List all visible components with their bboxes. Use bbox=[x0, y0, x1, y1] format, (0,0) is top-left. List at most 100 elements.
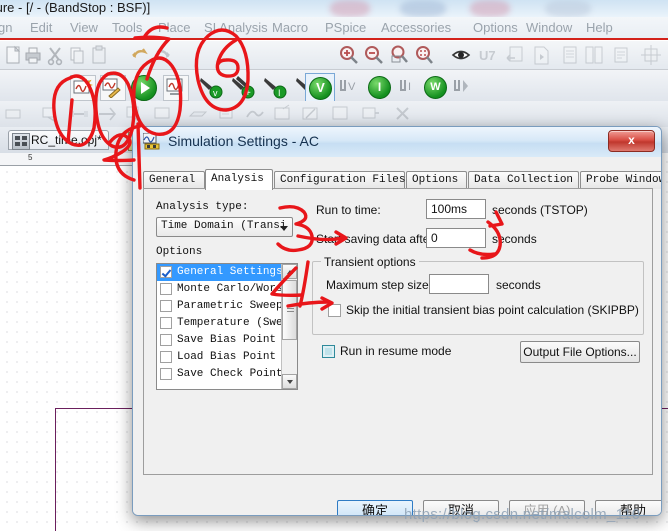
skip-bias-checkbox[interactable] bbox=[328, 304, 341, 317]
output-file-options-button[interactable]: Output File Options... bbox=[520, 341, 640, 363]
window-titlebar: ture - [/ - (BandStop : BSF)] bbox=[0, 0, 668, 17]
new-icon[interactable] bbox=[2, 44, 24, 66]
no-connect-icon[interactable] bbox=[392, 103, 414, 125]
part-icon[interactable] bbox=[2, 103, 24, 125]
off-page-connector-icon[interactable] bbox=[360, 103, 382, 125]
dialog-titlebar: Simulation Settings - AC x bbox=[133, 127, 661, 158]
zoom-out-icon[interactable] bbox=[363, 44, 385, 66]
tab-options[interactable]: Options bbox=[406, 171, 467, 189]
dialog-tabs: General Analysis Configuration Files Opt… bbox=[143, 169, 661, 190]
ground-icon[interactable] bbox=[244, 103, 266, 125]
redo-icon[interactable] bbox=[152, 44, 174, 66]
zoom-area-icon[interactable] bbox=[388, 44, 410, 66]
zoom-in-icon[interactable] bbox=[338, 44, 360, 66]
hierarchical-pin-icon[interactable] bbox=[330, 103, 352, 125]
menu-item-design[interactable]: gn bbox=[0, 20, 12, 35]
menu-item-accessories[interactable]: Accessories bbox=[381, 20, 451, 35]
menu-item-window[interactable]: Window bbox=[526, 20, 572, 35]
menu-item-view[interactable]: View bbox=[70, 20, 98, 35]
tab-configuration-files[interactable]: Configuration Files bbox=[274, 171, 405, 189]
list-item[interactable]: Monte Carlo/Worst bbox=[157, 281, 297, 298]
document-tab-rc-time[interactable]: RC_time.opj* bbox=[8, 130, 109, 150]
zoom-fit-icon[interactable] bbox=[413, 44, 435, 66]
close-icon[interactable]: x bbox=[608, 130, 655, 152]
tab-analysis[interactable]: Analysis bbox=[205, 169, 273, 190]
cut-icon[interactable] bbox=[44, 44, 66, 66]
options-listbox[interactable]: General Settings Monte Carlo/Worst Param… bbox=[156, 263, 298, 390]
list-item[interactable]: Load Bias Point bbox=[157, 349, 297, 366]
options-scrollbar[interactable] bbox=[281, 264, 297, 389]
junction-icon[interactable] bbox=[96, 103, 118, 125]
menu-item-place[interactable]: Place bbox=[158, 20, 191, 35]
hierarchical-block-icon[interactable] bbox=[272, 103, 294, 125]
tab-data-collection[interactable]: Data Collection bbox=[468, 171, 579, 189]
resume-mode-checkbox[interactable] bbox=[322, 345, 335, 358]
current-level-icon[interactable]: I bbox=[366, 74, 392, 100]
checkbox-icon[interactable] bbox=[160, 300, 172, 312]
list-item[interactable]: Parametric Sweep bbox=[157, 298, 297, 315]
list-item-label: Parametric Sweep bbox=[177, 300, 283, 312]
menu-item-help[interactable]: Help bbox=[586, 20, 613, 35]
menu-item-tools[interactable]: Tools bbox=[112, 20, 142, 35]
start-saving-input[interactable]: 0 bbox=[426, 228, 486, 248]
svg-text:I: I bbox=[278, 88, 281, 98]
edit-simulation-profile-icon[interactable] bbox=[100, 75, 126, 101]
voltage-differential-marker-icon[interactable]: + bbox=[230, 74, 256, 100]
scroll-down-button[interactable] bbox=[282, 374, 297, 389]
voltage-db-icon[interactable]: I bbox=[398, 75, 422, 99]
delete-markers-icon[interactable] bbox=[452, 75, 476, 99]
svg-text:I: I bbox=[408, 81, 411, 93]
menu-item-options[interactable]: Options bbox=[473, 20, 518, 35]
svg-text:v: v bbox=[213, 88, 218, 98]
crosshair-icon[interactable] bbox=[640, 44, 662, 66]
checkbox-icon[interactable] bbox=[160, 351, 172, 363]
report-icon[interactable] bbox=[610, 44, 632, 66]
menu-item-edit[interactable]: Edit bbox=[30, 20, 52, 35]
list-item[interactable]: General Settings bbox=[157, 264, 297, 281]
ok-button[interactable]: 确定 bbox=[337, 500, 413, 515]
tab-probe-window[interactable]: Probe Window bbox=[580, 171, 661, 189]
drc-icon[interactable] bbox=[583, 44, 605, 66]
current-marker-icon[interactable]: I bbox=[262, 74, 288, 100]
checkbox-icon[interactable] bbox=[160, 283, 172, 295]
menu-item-pspice[interactable]: PSpice bbox=[325, 20, 366, 35]
power-icon[interactable] bbox=[216, 103, 238, 125]
max-step-input[interactable] bbox=[429, 274, 489, 294]
undo-icon[interactable] bbox=[128, 44, 150, 66]
bus-entry-icon[interactable] bbox=[124, 103, 146, 125]
voltage-level-icon[interactable]: V bbox=[338, 75, 362, 99]
net-alias-icon[interactable] bbox=[152, 103, 174, 125]
advanced-marker-icon[interactable]: V bbox=[305, 73, 335, 102]
new-simulation-profile-icon[interactable] bbox=[70, 75, 96, 101]
bom-icon[interactable] bbox=[559, 44, 581, 66]
scroll-up-button[interactable] bbox=[282, 264, 297, 279]
checkbox-icon[interactable] bbox=[160, 334, 172, 346]
voltage-marker-icon[interactable]: v bbox=[198, 74, 224, 100]
checkbox-icon[interactable] bbox=[160, 368, 172, 380]
checkbox-icon[interactable] bbox=[160, 317, 172, 329]
list-item[interactable]: Save Check Points bbox=[157, 366, 297, 383]
run-pspice-icon[interactable] bbox=[130, 74, 157, 101]
print-icon[interactable] bbox=[22, 44, 44, 66]
port-icon[interactable] bbox=[188, 103, 210, 125]
copy-icon[interactable] bbox=[66, 44, 88, 66]
power-w-icon[interactable]: W bbox=[422, 74, 448, 100]
paste-icon[interactable] bbox=[88, 44, 110, 66]
tab-general[interactable]: General bbox=[143, 171, 205, 189]
annotate-icon[interactable] bbox=[504, 44, 526, 66]
bus-icon[interactable] bbox=[68, 103, 90, 125]
analysis-type-combo[interactable]: Time Domain (Transi bbox=[156, 217, 293, 237]
menu-item-macro[interactable]: Macro bbox=[272, 20, 308, 35]
scrollbar-thumb[interactable] bbox=[282, 280, 297, 340]
list-item[interactable]: Temperature (Swee bbox=[157, 315, 297, 332]
list-item[interactable]: Save Bias Point bbox=[157, 332, 297, 349]
eye-icon[interactable] bbox=[450, 44, 472, 66]
wire-icon[interactable] bbox=[40, 103, 62, 125]
menu-item-si-analysis[interactable]: SI Analysis bbox=[204, 20, 268, 35]
checkbox-icon[interactable] bbox=[160, 266, 172, 278]
simulation-profile-icon bbox=[142, 132, 161, 150]
export-icon[interactable] bbox=[530, 44, 552, 66]
hierarchical-port-icon[interactable] bbox=[300, 103, 322, 125]
run-to-time-input[interactable]: 100ms bbox=[426, 199, 486, 219]
view-simulation-results-icon[interactable] bbox=[163, 75, 189, 101]
